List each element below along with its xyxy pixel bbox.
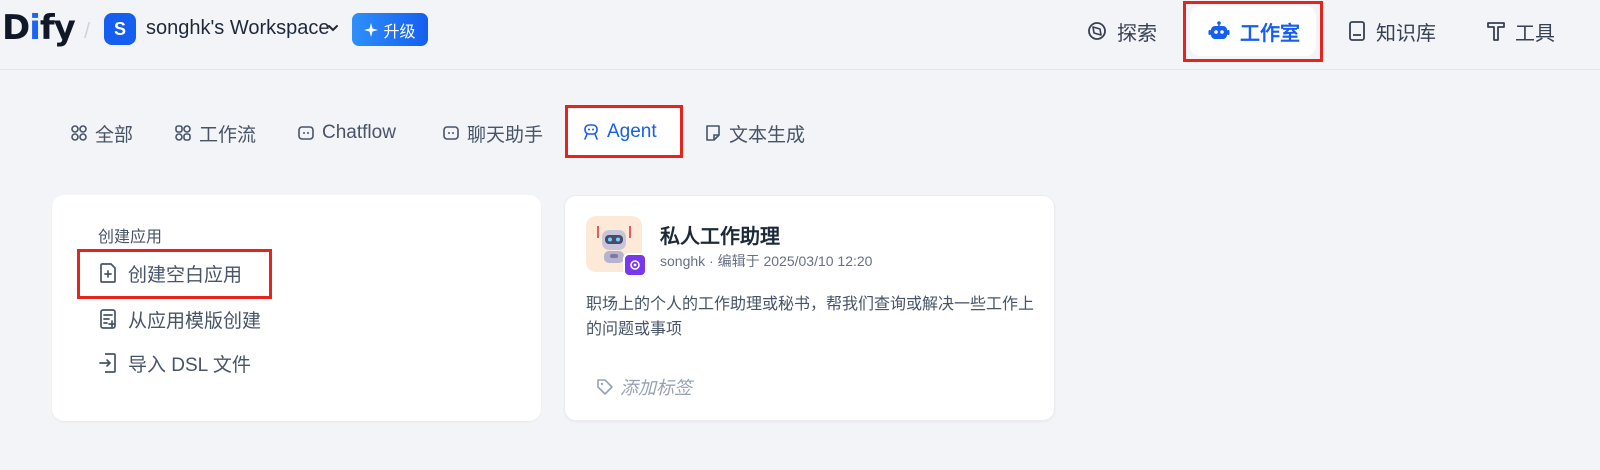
top-header: Dify / S songhk's Workspace 升级 探索 工作室 知识…	[0, 0, 1600, 70]
tab-agent[interactable]: Agent	[565, 109, 682, 155]
workspace-avatar[interactable]: S	[104, 13, 136, 45]
nav-tools[interactable]: 工具	[1486, 14, 1555, 48]
tab-all[interactable]: 全部	[70, 118, 133, 148]
create-app-heading: 创建应用	[98, 229, 163, 246]
import-dsl-label: 导入 DSL 文件	[128, 354, 251, 376]
breadcrumb-separator: /	[84, 18, 91, 43]
compass-icon	[1086, 20, 1108, 42]
tab-text-generation[interactable]: 文本生成	[704, 118, 805, 148]
tab-chatflow-label: Chatflow	[322, 122, 396, 143]
tab-workflow-label: 工作流	[199, 124, 257, 146]
app-meta: songhk · 编辑于 2025/03/10 12:20	[660, 253, 873, 269]
tab-agent-label: Agent	[607, 121, 657, 142]
nav-knowledge[interactable]: 知识库	[1347, 14, 1436, 48]
sparkle-icon	[364, 22, 379, 37]
app-description: 职场上的个人的工作助理或秘书，帮我们查询或解决一些工作上的问题或事项	[586, 296, 1035, 338]
robot-icon	[1207, 19, 1231, 43]
workspace-name[interactable]: songhk's Workspace	[146, 17, 330, 40]
dify-logo[interactable]: Dify	[2, 8, 76, 48]
create-from-template-label: 从应用模版创建	[128, 310, 262, 332]
add-tag-button[interactable]: 添加标签	[596, 374, 692, 400]
import-icon	[98, 352, 118, 374]
template-icon	[98, 308, 118, 330]
nav-explore-label: 探索	[1117, 22, 1157, 45]
grid-icon	[70, 124, 88, 142]
tab-chat-assistant[interactable]: 聊天助手	[442, 118, 543, 148]
app-card[interactable]: 私人工作助理 songhk · 编辑于 2025/03/10 12:20 职场上…	[564, 195, 1055, 421]
nav-knowledge-label: 知识库	[1376, 22, 1436, 45]
book-icon	[1347, 20, 1367, 42]
add-tag-label: 添加标签	[620, 378, 692, 398]
create-blank-app-button[interactable]: 创建空白应用	[98, 258, 242, 288]
nav-tools-label: 工具	[1515, 22, 1555, 45]
nav-explore[interactable]: 探索	[1086, 14, 1157, 48]
agent-icon	[582, 123, 600, 141]
agent-badge-icon	[623, 253, 647, 277]
file-plus-icon	[98, 262, 118, 284]
tab-chat-assistant-label: 聊天助手	[467, 124, 544, 146]
upgrade-button[interactable]: 升级	[352, 13, 428, 46]
tab-workflow[interactable]: 工作流	[174, 118, 256, 148]
chat-bubble-icon	[442, 124, 460, 142]
logo-accent-letter: i	[29, 8, 41, 48]
chevron-down-icon[interactable]	[326, 21, 340, 35]
upgrade-label: 升级	[383, 23, 416, 41]
create-from-template-button[interactable]: 从应用模版创建	[98, 304, 261, 334]
chat-bubble-icon	[297, 124, 315, 142]
nav-studio[interactable]: 工作室	[1190, 6, 1316, 56]
workflow-icon	[174, 124, 192, 142]
import-dsl-button[interactable]: 导入 DSL 文件	[98, 348, 251, 378]
tool-icon	[1486, 20, 1506, 42]
nav-studio-label: 工作室	[1240, 22, 1300, 45]
tab-text-generation-label: 文本生成	[729, 124, 806, 146]
create-blank-app-label: 创建空白应用	[128, 264, 243, 286]
create-app-card: 创建应用 创建空白应用 从应用模版创建 导入 DSL 文件	[52, 195, 541, 421]
tab-all-label: 全部	[95, 124, 134, 146]
tag-icon	[596, 378, 614, 396]
document-icon	[704, 124, 722, 142]
app-title: 私人工作助理	[660, 226, 780, 248]
tab-chatflow[interactable]: Chatflow	[297, 118, 396, 148]
